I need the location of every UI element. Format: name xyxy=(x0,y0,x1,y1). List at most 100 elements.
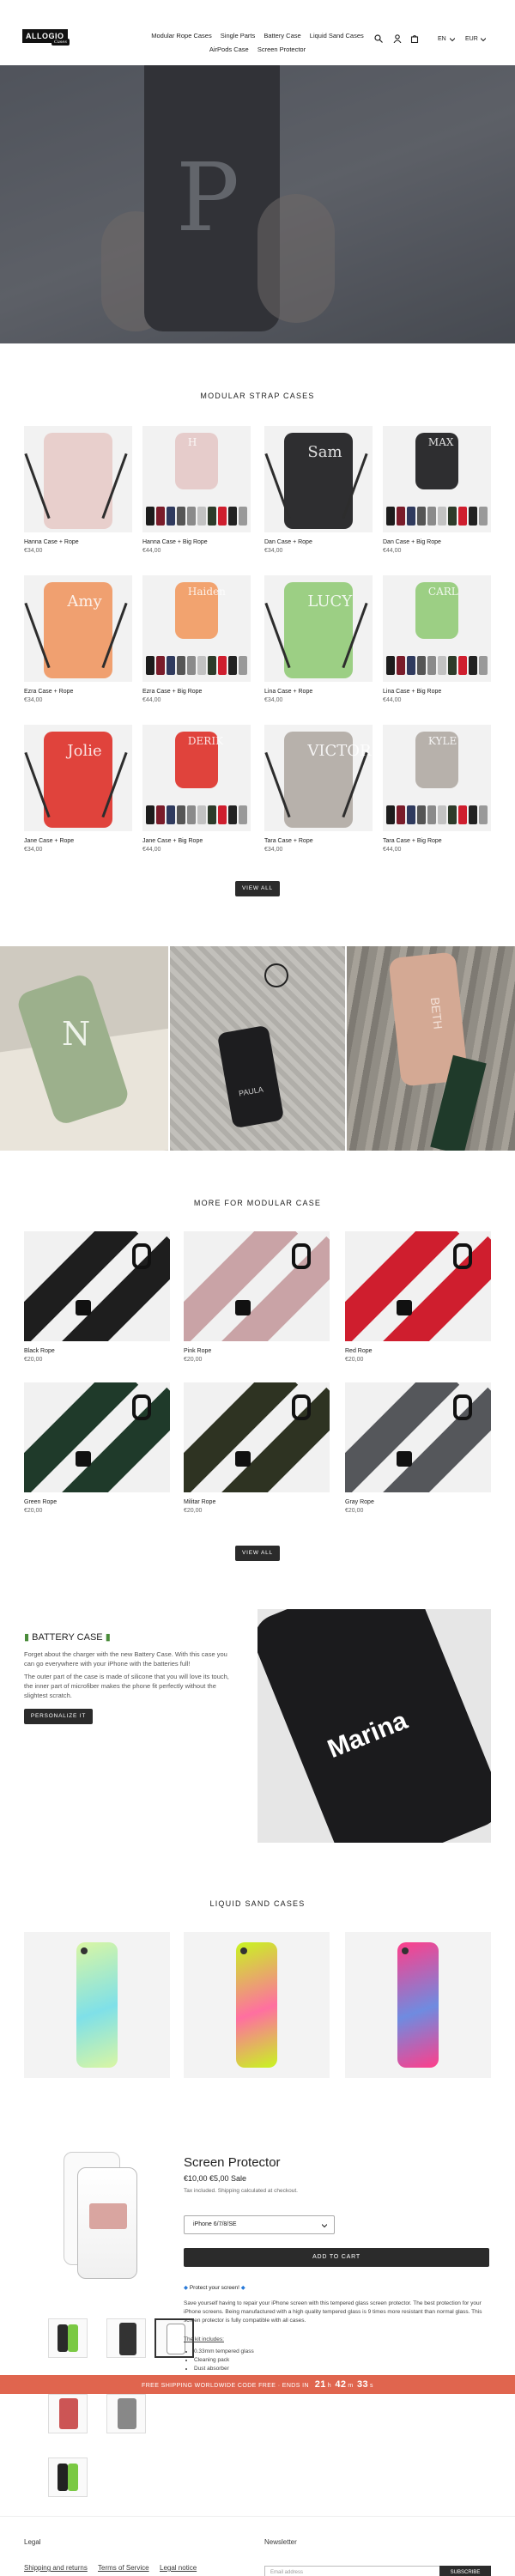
product-price: €20,00 xyxy=(345,1357,364,1363)
cart-icon[interactable] xyxy=(410,34,419,43)
rope-swatch xyxy=(218,507,227,526)
nav-item-screen-protector[interactable]: Screen Protector xyxy=(258,46,306,53)
product-name[interactable]: Red Rope xyxy=(345,1348,491,1354)
product-name[interactable]: Jane Case + Rope xyxy=(24,838,132,844)
footer-link-shipping[interactable]: Shipping and returns xyxy=(24,2564,88,2572)
nav-item-airpods-case[interactable]: AirPods Case xyxy=(209,46,249,53)
product-main-image[interactable] xyxy=(52,2152,146,2281)
product-thumbnail[interactable] xyxy=(106,2318,146,2358)
product-card[interactable]: Green Rope €20,00 xyxy=(24,1382,170,1514)
product-name[interactable]: Lina Case + Rope xyxy=(264,689,373,695)
product-card[interactable]: Hanna Case + Rope €34,00 xyxy=(24,426,132,554)
account-icon[interactable] xyxy=(393,34,402,43)
product-name[interactable]: Black Rope xyxy=(24,1348,170,1354)
logo[interactable]: ALLOGIO Cases xyxy=(22,29,72,48)
product-image xyxy=(184,1382,330,1492)
product-card[interactable]: Black Rope €20,00 xyxy=(24,1231,170,1363)
product-image: H xyxy=(142,426,251,532)
rope-swatch xyxy=(228,656,237,675)
product-name[interactable]: Hanna Case + Rope xyxy=(24,539,132,545)
hero-banner[interactable]: P xyxy=(0,65,515,343)
view-all-button[interactable]: VIEW ALL xyxy=(235,1546,280,1561)
search-icon[interactable] xyxy=(374,34,383,43)
personalize-button[interactable]: PERSONALIZE IT xyxy=(24,1709,93,1724)
rope-swatches xyxy=(386,503,488,526)
nav-item-battery-case[interactable]: Battery Case xyxy=(264,32,300,39)
nav-item-liquid-sand-cases[interactable]: Liquid Sand Cases xyxy=(310,32,364,39)
product-name[interactable]: Militar Rope xyxy=(184,1499,330,1505)
product-name[interactable]: Green Rope xyxy=(24,1499,170,1505)
product-card[interactable]: Sam Dan Case + Rope €34,00 xyxy=(264,426,373,554)
promo-countdown-bar[interactable]: FREE SHIPPING WORLDWIDE CODE FREE · ENDS… xyxy=(0,2375,515,2394)
rope-swatch xyxy=(218,805,227,824)
product-card[interactable]: KYLE Tara Case + Big Rope €44,00 xyxy=(383,725,491,853)
rope-swatch xyxy=(386,656,395,675)
rope-clip xyxy=(235,1300,251,1315)
product-card[interactable]: Red Rope €20,00 xyxy=(345,1231,491,1363)
product-name[interactable]: Lina Case + Big Rope xyxy=(383,689,491,695)
product-card[interactable]: LUCY Lina Case + Rope €34,00 xyxy=(264,575,373,703)
lifestyle-gallery: N PAULA BETH xyxy=(0,946,515,1151)
product-card[interactable]: Kloe€34,00 xyxy=(184,1932,330,2078)
add-to-cart-button[interactable]: ADD TO CART xyxy=(184,2248,489,2267)
product-name[interactable]: Tara Case + Big Rope xyxy=(383,838,491,844)
currency-selector[interactable]: EUR xyxy=(465,36,478,42)
product-thumbnail[interactable] xyxy=(48,2318,88,2358)
product-price: €20,00 xyxy=(184,1357,203,1363)
product-card[interactable]: Amy Ezra Case + Rope €34,00 xyxy=(24,575,132,703)
product-thumbnail[interactable] xyxy=(48,2394,88,2433)
product-card[interactable]: Jolie Jane Case + Rope €34,00 xyxy=(24,725,132,853)
product-name[interactable]: Tara Case + Rope xyxy=(264,838,373,844)
rope-swatch xyxy=(469,805,477,824)
product-price: €44,00 xyxy=(383,697,402,703)
language-selector[interactable]: EN xyxy=(438,36,446,42)
product-image xyxy=(24,1382,170,1492)
rope-swatch xyxy=(167,507,175,526)
product-card[interactable]: MAX Dan Case + Big Rope €44,00 xyxy=(383,426,491,554)
rope-swatch xyxy=(146,507,154,526)
product-name[interactable]: Ezra Case + Big Rope xyxy=(142,689,251,695)
variant-select[interactable]: iPhone 6/7/8/SE xyxy=(184,2215,335,2234)
nav-item-single-parts[interactable]: Single Parts xyxy=(221,32,255,39)
product-image xyxy=(24,1231,170,1341)
product-card[interactable]: VICTOR Tara Case + Rope €34,00 xyxy=(264,725,373,853)
product-card[interactable]: Aria€34,00 xyxy=(345,1932,491,2078)
rope-clip xyxy=(76,1300,91,1315)
product-thumbnail[interactable] xyxy=(106,2394,146,2433)
rope-swatch xyxy=(427,507,436,526)
product-tax-note: Tax included. Shipping calculated at che… xyxy=(184,2188,298,2194)
product-thumbnail[interactable] xyxy=(48,2458,88,2497)
footer-link-legal[interactable]: Legal notice xyxy=(160,2564,197,2572)
product-card[interactable]: CARL Lina Case + Big Rope €44,00 xyxy=(383,575,491,703)
footer-link-terms[interactable]: Terms of Service xyxy=(98,2564,149,2572)
rope-swatch xyxy=(167,805,175,824)
rope-swatch xyxy=(438,656,446,675)
product-name[interactable]: Gray Rope xyxy=(345,1499,491,1505)
product-card[interactable]: H Hanna Case + Big Rope €44,00 xyxy=(142,426,251,554)
product-card[interactable]: Pink Rope €20,00 xyxy=(184,1231,330,1363)
product-image xyxy=(24,426,132,532)
product-card[interactable]: DERIK Jane Case + Big Rope €44,00 xyxy=(142,725,251,853)
rope-clip xyxy=(292,1394,311,1420)
logo-tag: Cases xyxy=(52,39,70,46)
product-card[interactable]: Militar Rope €20,00 xyxy=(184,1382,330,1514)
product-card[interactable]: Gray Rope €20,00 xyxy=(345,1382,491,1514)
view-all-button[interactable]: VIEW ALL xyxy=(235,881,280,896)
rope-swatch xyxy=(228,507,237,526)
subscribe-button[interactable]: SUBSCRIBE xyxy=(439,2566,491,2576)
product-name[interactable]: Pink Rope xyxy=(184,1348,330,1354)
rope-swatch xyxy=(187,507,196,526)
newsletter-email-input[interactable]: Email address xyxy=(264,2566,441,2576)
nav-item-modular-rope-cases[interactable]: Modular Rope Cases xyxy=(151,32,211,39)
product-card[interactable]: Phoebe€34,00 xyxy=(24,1932,170,2078)
product-name[interactable]: Dan Case + Big Rope xyxy=(383,539,491,545)
variant-select-value: iPhone 6/7/8/SE xyxy=(193,2221,237,2227)
product-image: Jolie xyxy=(24,725,132,831)
product-name[interactable]: Jane Case + Big Rope xyxy=(142,838,251,844)
product-name[interactable]: Dan Case + Rope xyxy=(264,539,373,545)
product-image: Amy xyxy=(24,575,132,682)
product-card[interactable]: Haiden Ezra Case + Big Rope €44,00 xyxy=(142,575,251,703)
product-name[interactable]: Ezra Case + Rope xyxy=(24,689,132,695)
rope-swatches xyxy=(146,503,247,526)
product-name[interactable]: Hanna Case + Big Rope xyxy=(142,539,251,545)
